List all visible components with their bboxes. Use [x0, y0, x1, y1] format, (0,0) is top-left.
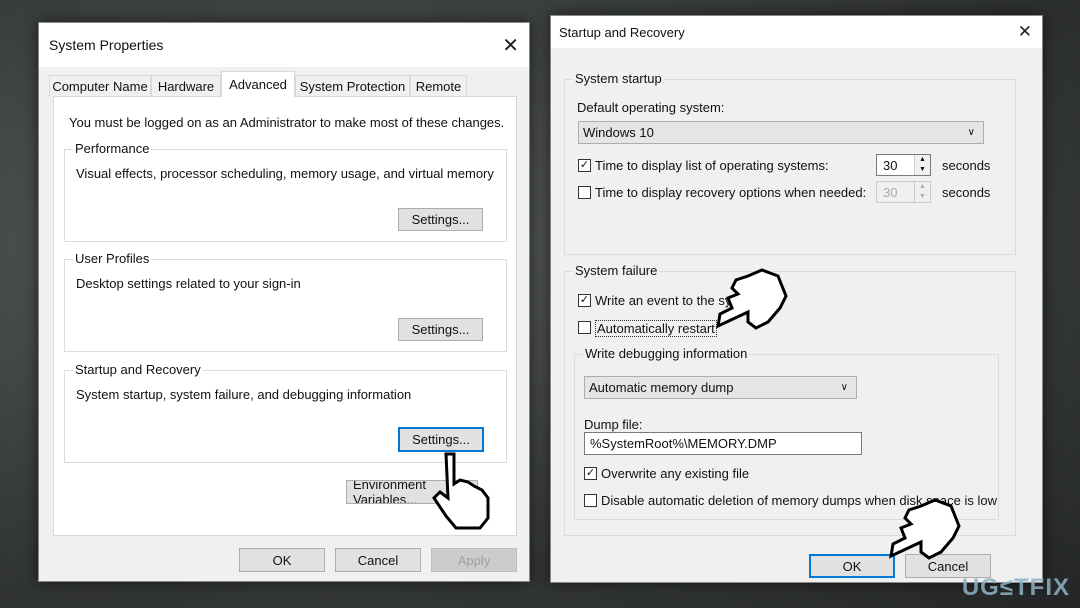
auto-restart-label: Automatically restart: [595, 320, 717, 337]
system-failure-label: System failure: [573, 263, 660, 278]
time-recovery-value: 30: [883, 185, 898, 200]
title-bar: Startup and Recovery ✕: [551, 16, 1042, 48]
spin-arrows-icon[interactable]: ▲ ▼: [914, 155, 930, 175]
user-profiles-label: User Profiles: [73, 251, 152, 266]
overwrite-checkbox[interactable]: ✓: [584, 467, 597, 480]
debug-type-value: Automatic memory dump: [589, 380, 734, 395]
user-profiles-desc: Desktop settings related to your sign-in: [76, 276, 301, 291]
watermark-logo: UG≤TFIX: [961, 574, 1070, 601]
time-recovery-spinner[interactable]: 30 ▲ ▼: [876, 181, 931, 203]
time-list-unit: seconds: [942, 158, 991, 173]
user-profiles-settings-button[interactable]: Settings...: [398, 318, 483, 341]
hand-cursor-icon: [716, 268, 788, 330]
apply-button[interactable]: Apply: [431, 548, 517, 572]
dialog-title: System Properties: [49, 37, 164, 53]
tab-advanced[interactable]: Advanced: [221, 71, 295, 97]
startup-recovery-dialog: Startup and Recovery ✕ System startup De…: [550, 15, 1043, 583]
default-os-label: Default operating system:: [577, 100, 725, 115]
dialog-title: Startup and Recovery: [559, 24, 685, 40]
system-startup-group: System startup Default operating system:…: [564, 71, 1016, 255]
spin-arrows-icon[interactable]: ▲ ▼: [914, 182, 930, 202]
tab-remote[interactable]: Remote: [410, 75, 467, 96]
ok-button[interactable]: OK: [239, 548, 325, 572]
write-event-checkbox[interactable]: ✓: [578, 294, 591, 307]
debug-label: Write debugging information: [583, 346, 750, 361]
overwrite-label: Overwrite any existing file: [601, 466, 750, 481]
default-os-select[interactable]: Windows 10 ∨: [578, 121, 984, 144]
ok-button[interactable]: OK: [809, 554, 895, 578]
performance-group: Performance Visual effects, processor sc…: [64, 141, 507, 242]
time-recovery-checkbox[interactable]: [578, 186, 591, 199]
time-list-value: 30: [883, 158, 898, 173]
startup-recovery-label: Startup and Recovery: [73, 362, 203, 377]
tab-computer-name[interactable]: Computer Name: [49, 75, 151, 96]
time-list-checkbox[interactable]: ✓: [578, 159, 591, 172]
performance-desc: Visual effects, processor scheduling, me…: [76, 166, 494, 181]
dump-file-input[interactable]: %SystemRoot%\MEMORY.DMP: [584, 432, 862, 455]
tab-hardware[interactable]: Hardware: [151, 75, 221, 96]
tab-system-protection[interactable]: System Protection: [295, 75, 410, 96]
close-icon[interactable]: ✕: [1018, 22, 1032, 42]
close-icon[interactable]: ✕: [502, 33, 519, 58]
startup-recovery-settings-button[interactable]: Settings...: [398, 427, 484, 452]
disable-deletion-checkbox[interactable]: [584, 494, 597, 507]
title-bar: System Properties ✕: [39, 23, 529, 67]
hand-cursor-icon: [889, 498, 961, 560]
system-startup-label: System startup: [573, 71, 664, 86]
time-list-label: Time to display list of operating system…: [595, 158, 829, 173]
user-profiles-group: User Profiles Desktop settings related t…: [64, 251, 507, 352]
performance-settings-button[interactable]: Settings...: [398, 208, 483, 231]
hand-cursor-icon: [432, 452, 490, 530]
time-recovery-label: Time to display recovery options when ne…: [595, 185, 867, 200]
debug-group: Write debugging information Automatic me…: [574, 346, 999, 520]
default-os-value: Windows 10: [583, 125, 654, 140]
auto-restart-checkbox[interactable]: [578, 321, 591, 334]
chevron-down-icon: ∨: [967, 127, 975, 138]
time-recovery-unit: seconds: [942, 185, 991, 200]
chevron-down-icon: ∨: [840, 382, 848, 393]
startup-recovery-desc: System startup, system failure, and debu…: [76, 387, 412, 402]
time-list-spinner[interactable]: 30 ▲ ▼: [876, 154, 931, 176]
dump-file-label: Dump file:: [584, 417, 643, 432]
debug-type-select[interactable]: Automatic memory dump ∨: [584, 376, 857, 399]
admin-note: You must be logged on as an Administrato…: [69, 115, 505, 130]
performance-label: Performance: [73, 141, 152, 156]
cancel-button[interactable]: Cancel: [335, 548, 421, 572]
